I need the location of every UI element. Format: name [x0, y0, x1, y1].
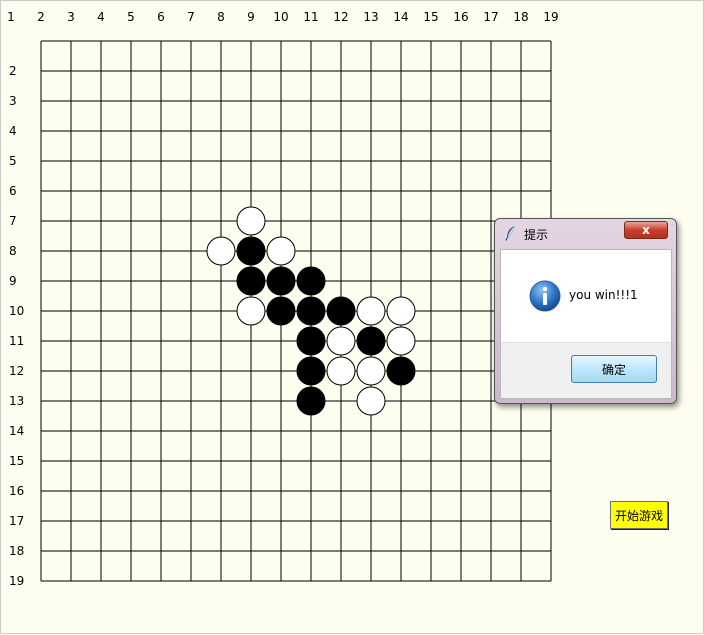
- column-label: 2: [37, 10, 45, 24]
- row-label: 7: [9, 214, 17, 228]
- column-label: 1: [7, 10, 15, 24]
- row-label: 2: [9, 64, 17, 78]
- white-stone: [206, 236, 236, 266]
- white-stone: [236, 296, 266, 326]
- close-button[interactable]: x: [624, 221, 668, 239]
- row-label: 14: [9, 424, 24, 438]
- white-stone: [266, 236, 296, 266]
- black-stone: [386, 356, 416, 386]
- column-label: 14: [393, 10, 408, 24]
- start-game-button[interactable]: 开始游戏: [610, 501, 668, 529]
- row-label: 4: [9, 124, 17, 138]
- white-stone: [386, 296, 416, 326]
- black-stone: [236, 236, 266, 266]
- black-stone: [266, 266, 296, 296]
- column-label: 7: [187, 10, 195, 24]
- white-stone: [356, 356, 386, 386]
- black-stone: [296, 386, 326, 416]
- black-stone: [326, 296, 356, 326]
- row-label: 12: [9, 364, 24, 378]
- white-stone: [356, 386, 386, 416]
- dialog-titlebar[interactable]: 提示 x: [495, 219, 676, 247]
- row-label: 5: [9, 154, 17, 168]
- column-label: 16: [453, 10, 468, 24]
- white-stone: [236, 206, 266, 236]
- column-label: 11: [303, 10, 318, 24]
- white-stone: [356, 296, 386, 326]
- dialog-message: you win!!!1: [569, 288, 638, 302]
- column-label: 4: [97, 10, 105, 24]
- black-stone: [296, 326, 326, 356]
- row-label: 15: [9, 454, 24, 468]
- column-label: 19: [543, 10, 558, 24]
- dialog-footer: 确定: [501, 342, 671, 398]
- black-stone: [356, 326, 386, 356]
- black-stone: [296, 356, 326, 386]
- row-label: 9: [9, 274, 17, 288]
- column-label: 18: [513, 10, 528, 24]
- row-label: 17: [9, 514, 24, 528]
- row-label: 19: [9, 574, 24, 588]
- column-label: 9: [247, 10, 255, 24]
- info-icon: [529, 280, 561, 312]
- column-label: 8: [217, 10, 225, 24]
- row-label: 18: [9, 544, 24, 558]
- row-label: 6: [9, 184, 17, 198]
- black-stone: [296, 266, 326, 296]
- column-label: 3: [67, 10, 75, 24]
- row-label: 10: [9, 304, 24, 318]
- black-stone: [266, 296, 296, 326]
- ok-button[interactable]: 确定: [571, 355, 657, 383]
- feather-icon: [505, 225, 516, 241]
- column-label: 13: [363, 10, 378, 24]
- black-stone: [296, 296, 326, 326]
- column-label: 12: [333, 10, 348, 24]
- column-label: 10: [273, 10, 288, 24]
- row-label: 16: [9, 484, 24, 498]
- black-stone: [236, 266, 266, 296]
- row-label: 11: [9, 334, 24, 348]
- row-label: 3: [9, 94, 17, 108]
- dialog-body: you win!!!1 确定: [500, 249, 672, 399]
- white-stone: [386, 326, 416, 356]
- column-label: 6: [157, 10, 165, 24]
- board-grid: [40, 40, 552, 582]
- column-label: 17: [483, 10, 498, 24]
- column-label: 15: [423, 10, 438, 24]
- row-label: 13: [9, 394, 24, 408]
- dialog-title: 提示: [524, 228, 549, 242]
- column-label: 5: [127, 10, 135, 24]
- white-stone: [326, 326, 356, 356]
- white-stone: [326, 356, 356, 386]
- message-dialog: 提示 x you win!!!1 确定: [494, 218, 677, 404]
- close-icon: x: [642, 223, 650, 237]
- row-label: 8: [9, 244, 17, 258]
